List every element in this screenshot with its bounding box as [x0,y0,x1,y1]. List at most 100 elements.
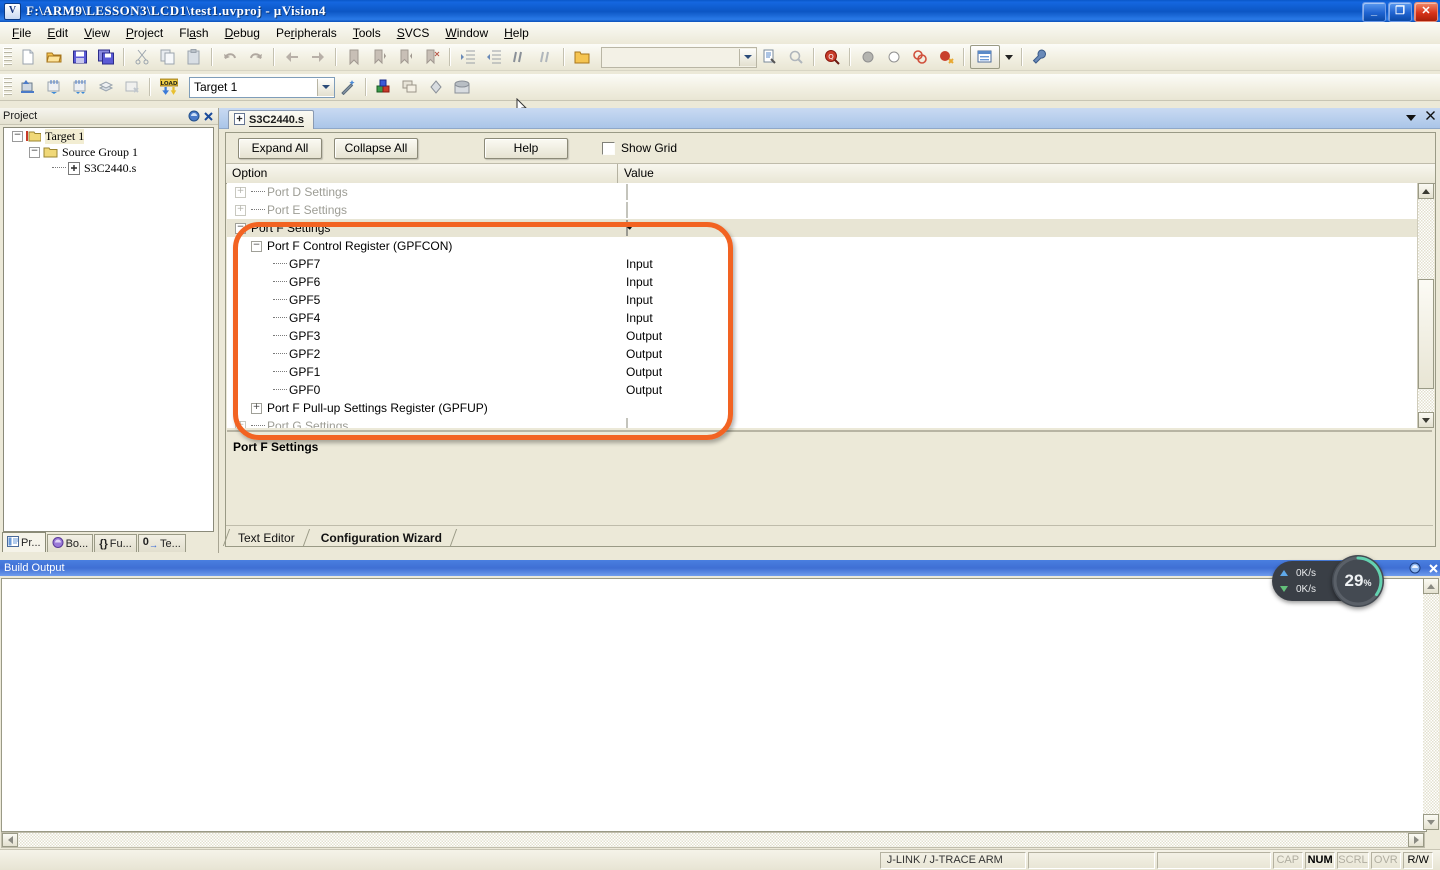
bookmark-prev-icon[interactable] [368,45,392,69]
breakpoint-insert-icon[interactable] [856,45,880,69]
scroll-down-button[interactable] [1423,814,1439,830]
open-file-icon[interactable] [42,45,66,69]
help-button[interactable]: Help [484,137,568,159]
menu-flash[interactable]: Flash [171,23,216,43]
wizard-row-gpf0[interactable]: GPF0 Output [227,381,1417,399]
wizard-row-value[interactable]: Input [612,275,653,289]
magnifier-icon[interactable]: Q [820,45,844,69]
wizard-row-gpfup[interactable]: + Port F Pull-up Settings Register (GPFU… [227,399,1417,417]
menu-window[interactable]: Window [437,23,496,43]
collapse-all-button[interactable]: Collapse All [334,137,418,159]
manage-components-icon[interactable] [372,75,396,99]
window-layout-icon[interactable] [970,45,1000,69]
expander-icon[interactable]: + [235,420,246,428]
network-monitor-widget[interactable]: 0K/s 0K/s 29% [1272,555,1392,607]
wizard-row-gpf6[interactable]: GPF6 Input [227,273,1417,291]
cut-icon[interactable] [130,45,154,69]
download-load-icon[interactable]: LOAD [156,75,182,99]
wizard-row-port-e[interactable]: + Port E Settings [227,201,1417,219]
column-header-option[interactable]: Option [226,164,618,183]
manage-pack-icon[interactable] [450,75,474,99]
expander-icon[interactable]: − [251,240,262,252]
scroll-down-button[interactable] [1418,412,1434,428]
toolbar-grip[interactable] [3,77,12,97]
uncomment-icon[interactable] [534,45,558,69]
wizard-row-gpf4[interactable]: GPF4 Input [227,309,1417,327]
menu-tools[interactable]: Tools [345,23,389,43]
row-checkbox[interactable] [626,184,628,200]
wizard-option-list[interactable]: + Port D Settings + Port E Settings − Po… [227,183,1417,428]
breakpoint-disable-all-icon[interactable] [934,45,958,69]
show-grid-checkbox[interactable]: Show Grid [602,141,677,155]
wizard-row-gpf1[interactable]: GPF1 Output [227,363,1417,381]
navigate-back-icon[interactable] [280,45,304,69]
bookmark-next-icon[interactable] [394,45,418,69]
document-tab-s3c2440[interactable]: S3C2440.s [228,110,315,129]
batch-build-icon[interactable] [94,75,118,99]
bookmark-clear-icon[interactable] [420,45,444,69]
wizard-row-value[interactable]: Input [612,293,653,307]
minimize-button[interactable]: _ [1362,2,1386,22]
wizard-row-port-g[interactable]: + Port G Settings [227,417,1417,428]
menu-file[interactable]: File [4,23,39,43]
tree-node-target[interactable]: − Target 1 [4,128,213,144]
build-output-horizontal-scrollbar[interactable] [1,832,1425,848]
save-icon[interactable] [68,45,92,69]
wizard-row-port-f[interactable]: − Port F Settings [227,219,1417,237]
rebuild-icon[interactable] [68,75,92,99]
tab-text-editor[interactable]: Text Editor [222,529,310,546]
expander-icon[interactable]: + [235,204,246,216]
bookmark-toggle-icon[interactable] [342,45,366,69]
restore-button[interactable]: ❐ [1388,2,1412,22]
close-icon[interactable] [1427,562,1440,575]
menu-peripherals[interactable]: Peripherals [268,23,345,43]
row-checkbox[interactable] [626,202,628,218]
menu-view[interactable]: View [76,23,118,43]
open-folder-icon[interactable] [570,45,594,69]
new-file-icon[interactable] [16,45,40,69]
menu-help[interactable]: Help [496,23,537,43]
tab-project[interactable]: Pr... [2,532,46,552]
target-options-magic-wand-icon[interactable] [336,75,360,99]
row-checkbox[interactable] [626,220,628,236]
menu-svcs[interactable]: SVCS [389,23,438,43]
stop-build-icon[interactable] [120,75,144,99]
wizard-row-gpf5[interactable]: GPF5 Input [227,291,1417,309]
copy-icon[interactable] [156,45,180,69]
close-icon[interactable] [202,110,215,123]
wizard-row-port-d[interactable]: + Port D Settings [227,183,1417,201]
expander-icon[interactable]: + [251,402,262,414]
chevron-down-icon[interactable] [1406,110,1416,124]
translate-icon[interactable] [16,75,40,99]
tab-configuration-wizard[interactable]: Configuration Wizard [309,529,458,546]
comment-icon[interactable] [508,45,532,69]
build-output-text[interactable] [1,578,1427,832]
outdent-icon[interactable] [482,45,506,69]
dock-toggle-icon[interactable] [187,110,200,123]
layout-dropdown-arrow-icon[interactable] [1002,45,1016,69]
menu-project[interactable]: Project [118,23,171,43]
close-button[interactable]: ✕ [1414,2,1438,22]
wizard-row-value[interactable]: Output [612,329,662,343]
wizard-vertical-scrollbar[interactable] [1417,183,1434,428]
find-in-files-icon[interactable] [758,45,782,69]
save-all-icon[interactable] [94,45,118,69]
tree-node-source-group[interactable]: − Source Group 1 [4,144,213,160]
menu-debug[interactable]: Debug [217,23,268,43]
cpu-usage-gauge[interactable]: 29% [1332,555,1384,607]
build-icon[interactable] [42,75,66,99]
scroll-up-button[interactable] [1418,183,1434,199]
wizard-row-value[interactable]: Output [612,365,662,379]
chevron-down-icon[interactable] [739,48,756,66]
scroll-right-button[interactable] [1408,833,1424,847]
scroll-left-button[interactable] [2,833,18,847]
tab-books[interactable]: Bo... [46,534,94,552]
dock-toggle-icon[interactable] [1408,562,1421,575]
menu-edit[interactable]: Edit [39,23,76,43]
build-output-vertical-scrollbar[interactable] [1423,578,1439,830]
scroll-up-button[interactable] [1423,578,1439,594]
toolbar-grip[interactable] [3,47,12,67]
chevron-down-icon[interactable] [317,78,334,96]
scrollbar-track[interactable] [1423,594,1439,814]
target-select[interactable]: Target 1 [189,76,335,98]
